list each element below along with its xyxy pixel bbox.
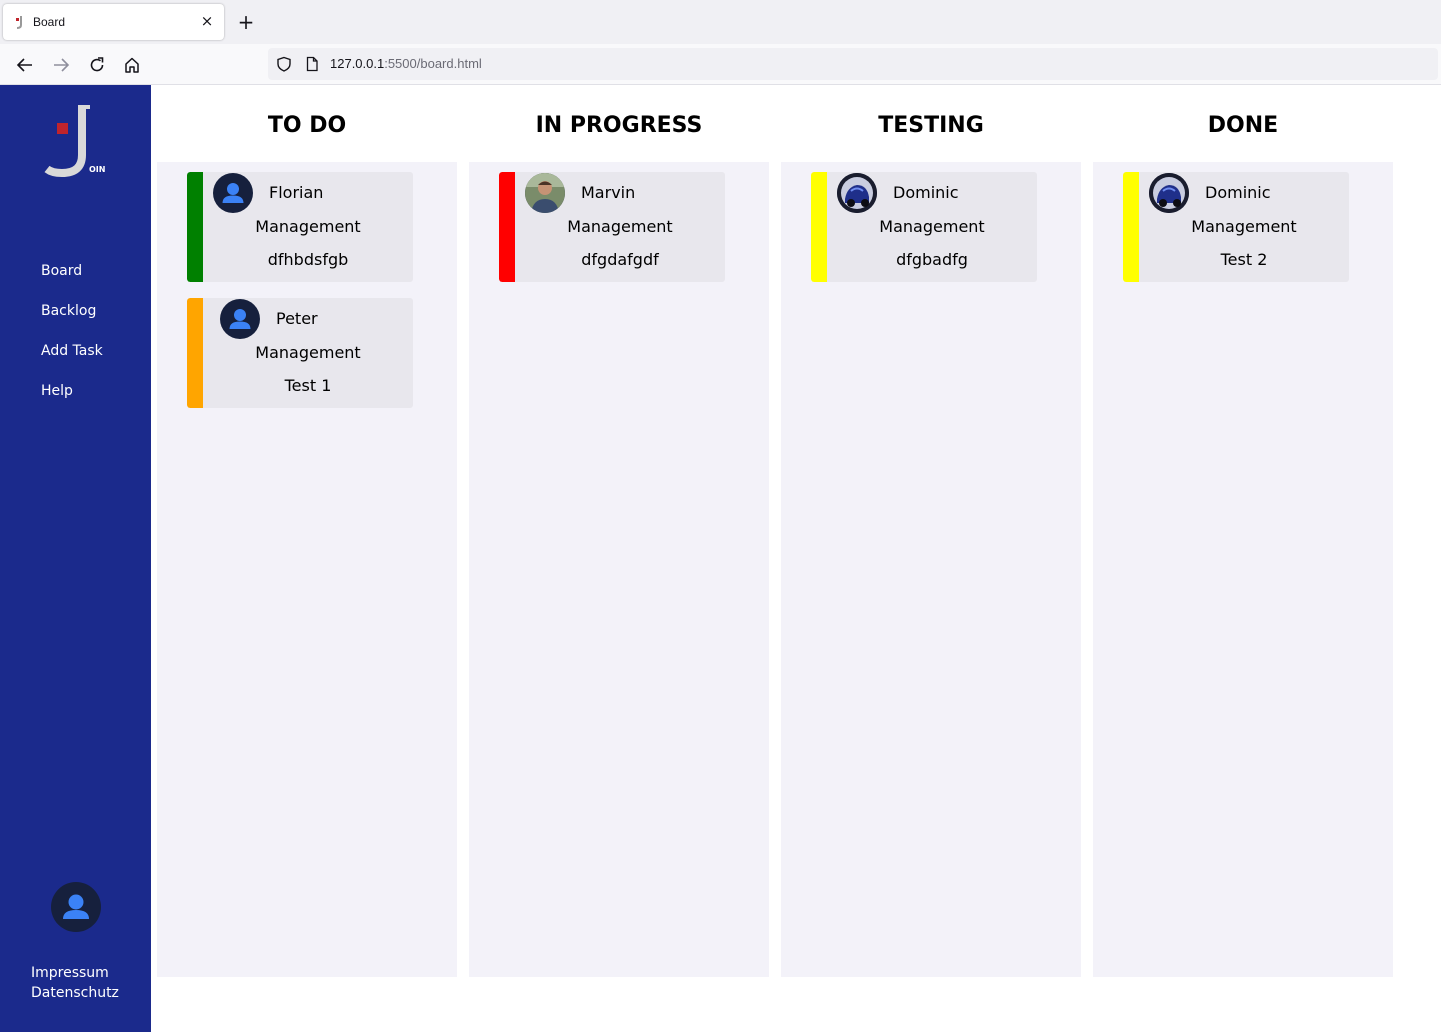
- car-photo-avatar: [1149, 173, 1189, 213]
- car-photo-avatar: [837, 173, 877, 213]
- task-category: Management: [567, 217, 673, 236]
- url-text[interactable]: 127.0.0.1:5500/board.html: [330, 56, 482, 71]
- board-column: IN PROGRESS Marvin Management dfgdafgdf: [469, 85, 769, 977]
- column-title: DONE: [1207, 113, 1279, 138]
- home-icon[interactable]: [121, 54, 143, 76]
- task-title: Test 1: [284, 376, 332, 395]
- task-title: dfgdafgdf: [581, 250, 659, 269]
- assignee-name: Dominic: [893, 183, 959, 202]
- browser-tab-bar: Board × +: [0, 0, 1441, 44]
- browser-tab-board[interactable]: Board ×: [3, 4, 224, 40]
- task-card[interactable]: Florian Management dfhbdsfgb: [187, 172, 413, 282]
- urgency-indicator: [1123, 172, 1139, 282]
- photo-avatar: [525, 173, 565, 213]
- tab-title: Board: [33, 15, 66, 29]
- column-title: IN PROGRESS: [535, 113, 703, 138]
- default-user-icon: [220, 299, 260, 339]
- urgency-indicator: [187, 298, 203, 408]
- url-bar[interactable]: 127.0.0.1:5500/board.html: [268, 48, 1438, 80]
- sidebar-item-help[interactable]: Help: [41, 381, 103, 421]
- urgency-indicator: [499, 172, 515, 282]
- tab-close-icon[interactable]: ×: [198, 12, 216, 30]
- column-dropzone[interactable]: Dominic Management Test 2: [1093, 162, 1393, 977]
- column-dropzone[interactable]: Dominic Management dfgbadfg: [781, 162, 1081, 977]
- column-dropzone[interactable]: Marvin Management dfgdafgdf: [469, 162, 769, 977]
- sidebar-item-board[interactable]: Board: [41, 261, 103, 301]
- task-title: dfhbdsfgb: [267, 250, 349, 269]
- task-title: Test 2: [1220, 250, 1268, 269]
- page-icon[interactable]: [304, 56, 320, 72]
- column-title: TO DO: [267, 113, 347, 138]
- new-tab-button[interactable]: +: [236, 12, 256, 32]
- favicon-icon: [16, 16, 22, 29]
- sidebar-footer: Impressum Datenschutz: [31, 963, 119, 1003]
- back-arrow-icon[interactable]: [14, 54, 36, 76]
- urgency-indicator: [811, 172, 827, 282]
- datenschutz-link[interactable]: Datenschutz: [31, 983, 119, 1003]
- task-title: dfgbadfg: [896, 250, 968, 269]
- forward-arrow-icon[interactable]: [50, 54, 72, 76]
- board-column: TESTING Dominic Management dfgbadfg: [781, 85, 1081, 977]
- logo-small-text: OIN: [89, 165, 106, 174]
- assignee-name: Dominic: [1205, 183, 1271, 202]
- task-category: Management: [879, 217, 985, 236]
- urgency-indicator: [187, 172, 203, 282]
- shield-icon[interactable]: [276, 56, 292, 72]
- task-category: Management: [255, 343, 361, 362]
- task-category: Management: [255, 217, 361, 236]
- task-card[interactable]: Dominic Management dfgbadfg: [811, 172, 1037, 282]
- board-column: TO DO Florian Management dfhbdsfgb Peter Mana…: [157, 85, 457, 977]
- board-column: DONE Dominic Management Test 2: [1093, 85, 1393, 977]
- task-card[interactable]: Peter Management Test 1: [187, 298, 413, 408]
- browser-nav-bar: 127.0.0.1:5500/board.html: [0, 44, 1441, 85]
- task-card[interactable]: Marvin Management dfgdafgdf: [499, 172, 725, 282]
- impressum-link[interactable]: Impressum: [31, 963, 119, 983]
- sidebar-nav: Board Backlog Add Task Help: [41, 261, 103, 421]
- user-avatar[interactable]: [51, 882, 101, 932]
- column-dropzone[interactable]: Florian Management dfhbdsfgb Peter Managemen…: [157, 162, 457, 977]
- task-card[interactable]: Dominic Management Test 2: [1123, 172, 1349, 282]
- assignee-name: Peter: [276, 309, 318, 328]
- column-title: TESTING: [878, 113, 984, 138]
- task-category: Management: [1191, 217, 1297, 236]
- sidebar: OIN Board Backlog Add Task Help Impressu…: [0, 85, 151, 1032]
- assignee-name: Marvin: [581, 183, 636, 202]
- assignee-name: Florian: [269, 183, 324, 202]
- default-user-icon: [213, 173, 253, 213]
- sidebar-item-add-task[interactable]: Add Task: [41, 341, 103, 381]
- reload-icon[interactable]: [86, 54, 108, 76]
- user-icon: [63, 894, 89, 919]
- sidebar-item-backlog[interactable]: Backlog: [41, 301, 103, 341]
